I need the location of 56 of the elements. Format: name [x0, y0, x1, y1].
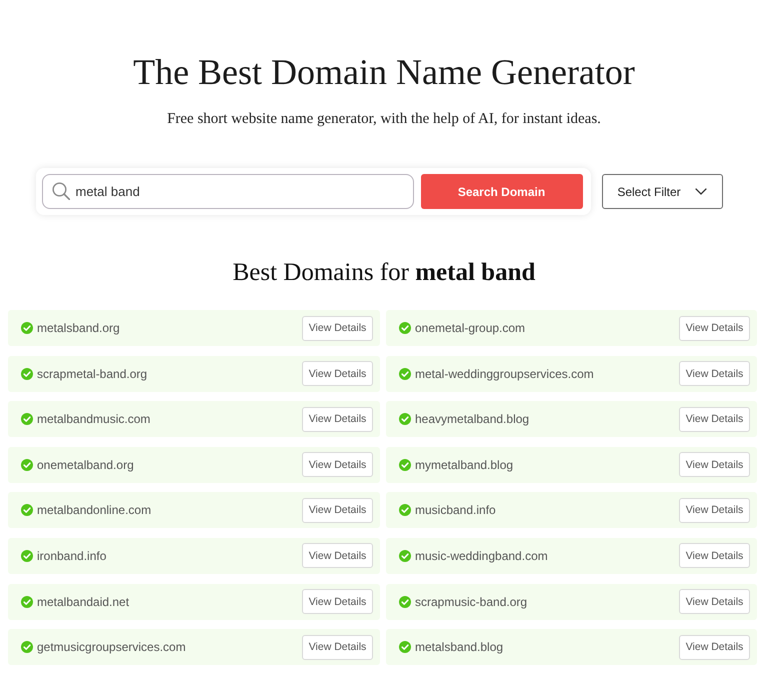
- search-field[interactable]: metal band: [42, 174, 414, 209]
- search-icon: [52, 182, 70, 200]
- view-details-button[interactable]: View Details: [302, 406, 373, 432]
- view-details-button[interactable]: View Details: [302, 543, 373, 568]
- domain-name: ironband.info: [37, 548, 108, 563]
- domain-name: metalbandonline.com: [37, 503, 152, 518]
- check-circle-icon: [21, 413, 33, 426]
- chevron-down-icon: [694, 188, 707, 195]
- domain-name: onemetalband.org: [37, 458, 135, 472]
- check-circle-icon: [399, 504, 411, 516]
- domain-name: metalsband.org: [37, 321, 121, 335]
- view-details-button[interactable]: View Details: [679, 543, 750, 568]
- view-details-button[interactable]: View Details: [302, 316, 373, 340]
- check-circle-icon: [21, 322, 33, 334]
- check-circle-icon: [399, 322, 411, 334]
- view-details-button[interactable]: View Details: [302, 634, 373, 660]
- page-title: The Best Domain Name Generator: [133, 51, 635, 94]
- select-filter-dropdown[interactable]: Select Filter: [602, 174, 722, 209]
- check-circle-icon: [399, 596, 411, 608]
- check-circle-icon: [21, 641, 33, 654]
- domain-name: musicband.info: [415, 503, 497, 518]
- view-details-button[interactable]: View Details: [302, 498, 373, 523]
- domain-name: metal-weddinggroupservices.com: [415, 366, 595, 381]
- view-details-button[interactable]: View Details: [679, 452, 750, 478]
- check-circle-icon: [21, 368, 33, 380]
- check-circle-icon: [21, 504, 33, 516]
- search-domain-button[interactable]: Search Domain: [420, 174, 582, 209]
- view-details-button[interactable]: View Details: [302, 361, 373, 386]
- check-circle-icon: [399, 458, 411, 471]
- check-circle-icon: [399, 550, 411, 562]
- domain-name: metalbandaid.net: [37, 594, 130, 609]
- domain-name: getmusicgroupservices.com: [37, 640, 187, 654]
- check-circle-icon: [399, 413, 411, 426]
- page-subtitle: Free short website name generator, with the help of AI, for instant ideas.: [167, 110, 601, 128]
- domain-name: metalsband.blog: [415, 640, 504, 654]
- check-circle-icon: [21, 596, 33, 608]
- view-details-button[interactable]: View Details: [679, 634, 750, 660]
- domain-name: scrapmusic-band.org: [415, 594, 528, 609]
- check-circle-icon: [399, 368, 411, 380]
- domain-name: onemetal-group.com: [415, 321, 526, 335]
- view-details-button[interactable]: View Details: [679, 406, 750, 432]
- check-circle-icon: [399, 641, 411, 654]
- view-details-button[interactable]: View Details: [679, 361, 750, 386]
- view-details-button[interactable]: View Details: [679, 316, 750, 340]
- view-details-button[interactable]: View Details: [679, 589, 750, 614]
- domain-name: mymetalband.blog: [415, 458, 514, 472]
- view-details-button[interactable]: View Details: [302, 452, 373, 478]
- domain-name: heavymetalband.blog: [415, 412, 530, 426]
- domain-name: metalbandmusic.com: [37, 412, 152, 426]
- check-circle-icon: [21, 550, 33, 562]
- domain-name: music-weddingband.com: [415, 548, 549, 563]
- check-circle-icon: [21, 458, 33, 471]
- view-details-button[interactable]: View Details: [679, 498, 750, 523]
- domain-name: scrapmetal-band.org: [37, 366, 148, 381]
- results-heading: Best Domains for metal band: [232, 258, 536, 288]
- view-details-button[interactable]: View Details: [302, 589, 373, 614]
